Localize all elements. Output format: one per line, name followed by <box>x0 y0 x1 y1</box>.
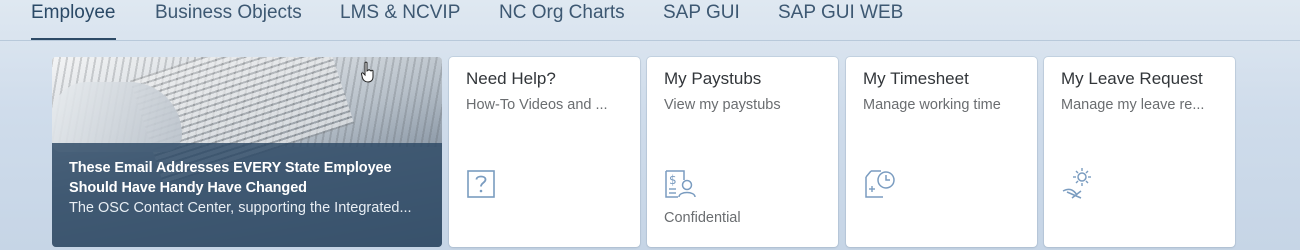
news-overlay: These Email Addresses EVERY State Employ… <box>52 143 442 247</box>
svg-text:$: $ <box>669 173 677 187</box>
hand-cursor-icon <box>361 61 374 83</box>
tile-subtitle: Manage working time <box>863 97 1001 113</box>
tile-need-help[interactable]: Need Help? How-To Videos and ... <box>449 57 640 247</box>
news-image <box>52 57 442 186</box>
tile-subtitle: How-To Videos and ... <box>466 97 608 113</box>
tile-my-leave-request[interactable]: My Leave Request Manage my leave re... <box>1044 57 1235 247</box>
tile-subtitle: Manage my leave re... <box>1061 97 1205 113</box>
tile-my-paystubs[interactable]: My Paystubs View my paystubs $ Confident… <box>647 57 838 247</box>
beach-sun-icon <box>1062 168 1091 199</box>
tile-title: Need Help? <box>466 69 556 88</box>
tab-sap-gui[interactable]: SAP GUI <box>663 0 740 40</box>
tile-title: My Timesheet <box>863 69 969 88</box>
news-summary: The OSC Contact Center, supporting the I… <box>69 200 412 216</box>
tile-my-timesheet[interactable]: My Timesheet Manage working time <box>846 57 1037 247</box>
tile-footer: Confidential <box>664 210 741 226</box>
news-tile[interactable]: These Email Addresses EVERY State Employ… <box>52 57 442 247</box>
timesheet-clock-icon <box>865 170 895 198</box>
tab-lms-ncvip[interactable]: LMS & NCVIP <box>340 0 460 40</box>
tab-business-objects[interactable]: Business Objects <box>155 0 302 40</box>
news-headline: These Email Addresses EVERY State Employ… <box>69 160 392 196</box>
question-icon <box>467 170 495 198</box>
tab-bar: Employee Business Objects LMS & NCVIP NC… <box>0 0 1300 41</box>
tab-nc-org-charts[interactable]: NC Org Charts <box>499 0 625 40</box>
tab-employee[interactable]: Employee <box>31 0 116 40</box>
tile-title: My Paystubs <box>664 69 762 88</box>
tab-sap-gui-web[interactable]: SAP GUI WEB <box>778 0 903 40</box>
tile-subtitle: View my paystubs <box>664 97 781 113</box>
tile-title: My Leave Request <box>1061 69 1203 88</box>
paystub-person-icon: $ <box>665 170 696 198</box>
